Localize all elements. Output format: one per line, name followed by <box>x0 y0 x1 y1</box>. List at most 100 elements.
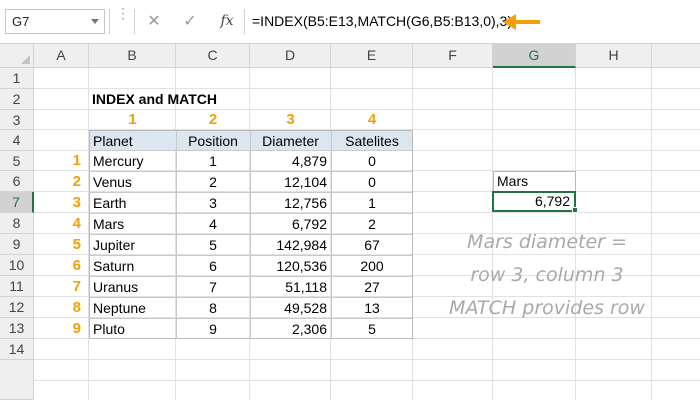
formula-bar: G7 ⋮ ✕ ✓ fx =INDEX(B5:E13,MATCH(G6,B5:B1… <box>0 0 700 44</box>
arrow-left-icon <box>503 14 540 30</box>
name-box[interactable]: G7 <box>5 9 105 34</box>
diameter-cell[interactable]: 49,528 <box>250 298 331 318</box>
row-number[interactable]: 4 <box>34 214 89 234</box>
planet-name-cell[interactable]: Venus <box>89 172 176 192</box>
row-header-3[interactable]: 3 <box>0 110 34 130</box>
table-header-cell[interactable]: Position <box>176 131 250 151</box>
row-header-4[interactable]: 4 <box>0 130 34 151</box>
planet-name-cell[interactable]: Jupiter <box>89 235 176 255</box>
position-cell[interactable]: 9 <box>176 319 250 339</box>
row-header-14[interactable]: 14 <box>0 339 34 360</box>
planet-name-cell[interactable]: Pluto <box>89 319 176 339</box>
insert-function-icon[interactable]: fx <box>215 9 239 34</box>
diameter-cell[interactable]: 12,756 <box>250 193 331 213</box>
satellites-cell[interactable]: 13 <box>331 298 413 318</box>
position-cell[interactable]: 4 <box>176 214 250 234</box>
column-number[interactable]: 4 <box>331 110 413 130</box>
row-header-6[interactable]: 6 <box>0 171 34 192</box>
satellites-cell[interactable]: 27 <box>331 277 413 297</box>
row-header-7[interactable]: 7 <box>0 192 34 213</box>
diameter-cell[interactable]: 120,536 <box>250 256 331 276</box>
diameter-cell[interactable]: 2,306 <box>250 319 331 339</box>
column-header-g[interactable]: G <box>493 44 576 68</box>
column-header-d[interactable]: D <box>250 44 331 68</box>
column-header-h[interactable]: H <box>576 44 652 68</box>
row-number[interactable]: 8 <box>34 298 89 318</box>
planet-name-cell[interactable]: Neptune <box>89 298 176 318</box>
row-header-1[interactable]: 1 <box>0 68 34 89</box>
result-cell[interactable]: 6,792 <box>494 193 574 210</box>
gridline <box>34 359 700 360</box>
fill-handle[interactable] <box>572 207 578 213</box>
annotation-line: row 3, column 3 <box>470 264 624 286</box>
row-header-13[interactable]: 13 <box>0 318 34 339</box>
position-cell[interactable]: 1 <box>176 151 250 171</box>
position-cell[interactable]: 2 <box>176 172 250 192</box>
satellites-cell[interactable]: 5 <box>331 319 413 339</box>
row-header-12[interactable]: 12 <box>0 297 34 318</box>
row-header-10[interactable]: 10 <box>0 255 34 276</box>
planet-name-cell[interactable]: Uranus <box>89 277 176 297</box>
row-number[interactable]: 6 <box>34 256 89 276</box>
satellites-cell[interactable]: 67 <box>331 235 413 255</box>
divider <box>134 9 135 34</box>
sheet-title[interactable]: INDEX and MATCH <box>88 89 288 109</box>
planet-name-cell[interactable]: Earth <box>89 193 176 213</box>
row-header-11[interactable]: 11 <box>0 276 34 297</box>
satellites-cell[interactable]: 0 <box>331 172 413 192</box>
position-cell[interactable]: 5 <box>176 235 250 255</box>
satellites-cell[interactable]: 0 <box>331 151 413 171</box>
enter-icon[interactable]: ✓ <box>178 9 202 34</box>
column-header-b[interactable]: B <box>89 44 176 68</box>
divider <box>244 9 245 34</box>
column-number[interactable]: 2 <box>176 110 250 130</box>
row-number[interactable]: 3 <box>34 193 89 213</box>
row-header-8[interactable]: 8 <box>0 213 34 234</box>
row-number[interactable]: 9 <box>34 319 89 339</box>
row-number[interactable]: 1 <box>34 151 89 171</box>
row-number[interactable]: 2 <box>34 172 89 192</box>
position-cell[interactable]: 8 <box>176 298 250 318</box>
table-header-cell[interactable]: Satelites <box>331 131 413 151</box>
planet-name-cell[interactable]: Mars <box>89 214 176 234</box>
diameter-cell[interactable]: 142,984 <box>250 235 331 255</box>
table-header-cell[interactable]: Planet <box>89 131 176 151</box>
annotation-line: Mars diameter = <box>467 231 627 253</box>
column-header-blank[interactable] <box>652 44 700 68</box>
lookup-value-cell[interactable]: Mars <box>493 172 576 191</box>
planet-name-cell[interactable]: Mercury <box>89 151 176 171</box>
row-header-5[interactable]: 5 <box>0 151 34 171</box>
diameter-cell[interactable]: 12,104 <box>250 172 331 192</box>
satellites-cell[interactable]: 200 <box>331 256 413 276</box>
more-options-icon[interactable]: ⋮ <box>116 6 130 20</box>
row-number[interactable]: 5 <box>34 235 89 255</box>
name-box-value: G7 <box>12 14 30 29</box>
satellites-cell[interactable]: 2 <box>331 214 413 234</box>
chevron-down-icon[interactable] <box>91 19 99 24</box>
position-cell[interactable]: 3 <box>176 193 250 213</box>
position-cell[interactable]: 6 <box>176 256 250 276</box>
column-number[interactable]: 1 <box>89 110 176 130</box>
formula-input[interactable]: =INDEX(B5:E13,MATCH(G6,B5:B13,0),3) <box>252 9 512 34</box>
row-header-blank[interactable] <box>0 360 34 400</box>
column-header-e[interactable]: E <box>331 44 413 68</box>
row-number[interactable]: 7 <box>34 277 89 297</box>
diameter-cell[interactable]: 6,792 <box>250 214 331 234</box>
position-cell[interactable]: 7 <box>176 277 250 297</box>
satellites-cell[interactable]: 1 <box>331 193 413 213</box>
select-all-button[interactable] <box>0 44 34 68</box>
column-header-c[interactable]: C <box>176 44 250 68</box>
annotation-line: MATCH provides row <box>449 297 645 319</box>
planet-name-cell[interactable]: Saturn <box>89 256 176 276</box>
diameter-cell[interactable]: 4,879 <box>250 151 331 171</box>
table-header-cell[interactable]: Diameter <box>250 131 331 151</box>
column-header-f[interactable]: F <box>413 44 493 68</box>
gridline <box>34 380 700 381</box>
column-number[interactable]: 3 <box>250 110 331 130</box>
row-header-9[interactable]: 9 <box>0 234 34 255</box>
column-header-a[interactable]: A <box>34 44 89 68</box>
cancel-icon[interactable]: ✕ <box>142 9 166 34</box>
divider <box>109 9 110 34</box>
diameter-cell[interactable]: 51,118 <box>250 277 331 297</box>
row-header-2[interactable]: 2 <box>0 89 34 110</box>
